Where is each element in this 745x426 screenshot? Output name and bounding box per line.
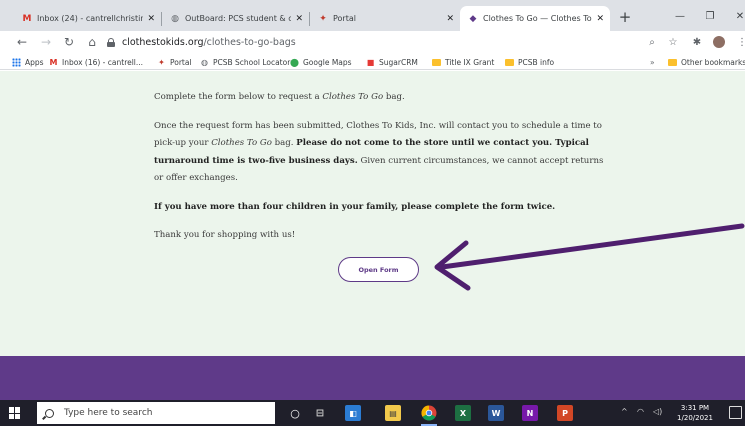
- onenote-icon[interactable]: N: [522, 405, 538, 421]
- close-icon[interactable]: ✕: [596, 14, 604, 24]
- bookmark-label: Apps: [25, 57, 44, 67]
- task-view-icon[interactable]: ⊟: [312, 405, 328, 421]
- close-icon[interactable]: ✕: [295, 14, 303, 24]
- zoom-icon[interactable]: ⌕: [645, 35, 659, 49]
- powerpoint-icon[interactable]: P: [557, 405, 573, 421]
- gmail-icon: M: [49, 57, 58, 67]
- globe-icon: ◍: [201, 57, 208, 67]
- bookmark-label: SugarCRM: [379, 57, 418, 67]
- lock-icon: [107, 38, 115, 47]
- word-icon[interactable]: W: [488, 405, 504, 421]
- chrome-icon[interactable]: [421, 405, 437, 426]
- taskbar-search-input[interactable]: Type here to search: [37, 402, 275, 424]
- url-path: /clothes-to-go-bags: [203, 37, 296, 48]
- windows-taskbar: Type here to search ○ ⊟ ◧ ▤ X W N P ^ ◠ …: [0, 400, 745, 426]
- bookmark-label: Inbox (16) - cantrell...: [62, 57, 144, 67]
- paragraph-pickup-info: Once the request form has been submitted…: [154, 120, 604, 184]
- clock-date: 1/20/2021: [677, 414, 713, 422]
- outlook-people-icon[interactable]: ◧: [345, 405, 361, 421]
- bookmark-portal[interactable]: ✦ Portal: [157, 56, 192, 68]
- tab-title: Clothes To Go — Clothes To: [483, 14, 592, 23]
- bookmark-label: PCSB info: [518, 57, 555, 67]
- open-form-button[interactable]: Open Form: [338, 257, 419, 282]
- folder-icon: [432, 58, 441, 66]
- folder-icon: [668, 58, 677, 66]
- tab-outboard[interactable]: ◍ OutBoard: PCS student & co ✕: [162, 6, 309, 31]
- clothes-to-kids-icon: ◆: [469, 13, 477, 24]
- tab-portal[interactable]: ✦ Portal ✕: [310, 6, 460, 31]
- clock-time: 3:31 PM: [680, 404, 710, 412]
- close-icon[interactable]: ✕: [147, 14, 155, 24]
- paragraph-four-children: If you have more than four children in y…: [154, 201, 556, 212]
- page-content: Complete the form below to request a Clo…: [0, 71, 745, 356]
- paragraph-thank-you: Thank you for shopping with us!: [154, 230, 296, 240]
- bookmark-google-maps[interactable]: ⬤ Google Maps: [290, 56, 352, 68]
- bookmark-label: Other bookmarks: [681, 57, 745, 67]
- portal-icon: ✦: [158, 57, 165, 67]
- profile-avatar[interactable]: [713, 36, 725, 48]
- star-icon[interactable]: ☆: [666, 35, 680, 49]
- minimize-icon[interactable]: —: [670, 8, 690, 24]
- forward-arrow-icon[interactable]: →: [38, 34, 54, 50]
- bookmark-label: Portal: [170, 57, 192, 67]
- bookmark-title-ix-grant[interactable]: Title IX Grant: [432, 56, 494, 68]
- tab-title: OutBoard: PCS student & co: [185, 14, 292, 23]
- bookmark-pcsb-info[interactable]: PCSB info: [505, 56, 554, 68]
- excel-icon[interactable]: X: [455, 405, 471, 421]
- back-arrow-icon[interactable]: ←: [14, 34, 30, 50]
- bookmark-label: PCSB School Locator: [213, 57, 291, 67]
- close-window-icon[interactable]: ✕: [730, 8, 745, 24]
- apps-grid-icon: [12, 57, 21, 67]
- home-icon[interactable]: ⌂: [84, 34, 100, 50]
- file-explorer-icon[interactable]: ▤: [385, 405, 401, 421]
- chrome-logo: [421, 405, 437, 421]
- portal-icon: ✦: [319, 13, 327, 24]
- tray-chevron-icon[interactable]: ^: [621, 407, 628, 416]
- bookmark-label: Title IX Grant: [445, 57, 495, 67]
- search-placeholder: Type here to search: [64, 408, 153, 418]
- notification-icon[interactable]: [729, 406, 742, 419]
- map-pin-icon: ⬤: [290, 57, 299, 67]
- bookmark-gmail[interactable]: M Inbox (16) - cantrell...: [49, 56, 144, 68]
- instructions-text: Complete the form below to request a Clo…: [154, 89, 614, 256]
- maximize-icon[interactable]: ❐: [700, 8, 720, 24]
- site-footer: [0, 356, 745, 400]
- gmail-icon: M: [22, 13, 32, 24]
- new-tab-button[interactable]: +: [616, 8, 634, 26]
- reload-icon[interactable]: ↻: [61, 34, 77, 50]
- volume-icon[interactable]: ◁): [653, 407, 662, 416]
- globe-icon: ◍: [171, 13, 179, 24]
- sugarcrm-cube-icon: ■: [366, 57, 375, 67]
- browser-toolbar: ← → ↻ ⌂ clothestokids.org /clothes-to-go…: [0, 31, 745, 54]
- search-icon: [45, 408, 54, 418]
- bookmark-apps[interactable]: Apps: [12, 56, 44, 68]
- address-bar[interactable]: clothestokids.org /clothes-to-go-bags: [107, 33, 637, 52]
- bookmarks-bar: Apps M Inbox (16) - cantrell... ✦ Portal…: [0, 54, 745, 70]
- browser-tab-strip: M Inbox (24) - cantrellchristine ✕ ◍ Out…: [0, 0, 745, 31]
- folder-icon: [505, 58, 514, 66]
- paragraph-intro: Complete the form below to request a Clo…: [154, 92, 405, 102]
- bookmark-label: Google Maps: [303, 57, 352, 67]
- bookmark-other-bookmarks[interactable]: Other bookmarks: [668, 56, 745, 68]
- taskbar-clock[interactable]: 3:31 PM 1/20/2021: [675, 403, 715, 423]
- tab-clothes-to-go[interactable]: ◆ Clothes To Go — Clothes To ✕: [460, 6, 610, 31]
- cortana-icon[interactable]: ○: [287, 405, 303, 421]
- url-host: clothestokids.org: [122, 37, 204, 48]
- close-icon[interactable]: ✕: [446, 14, 454, 24]
- bookmarks-overflow-chevron[interactable]: »: [650, 56, 655, 68]
- network-icon[interactable]: ◠: [637, 407, 644, 416]
- bookmark-pcsb-school-locator[interactable]: ◍ PCSB School Locator: [200, 56, 290, 68]
- bookmark-sugarcrm[interactable]: ■ SugarCRM: [366, 56, 418, 68]
- tab-gmail-inbox[interactable]: M Inbox (24) - cantrellchristine ✕: [14, 6, 161, 31]
- windows-start-icon[interactable]: [9, 407, 21, 419]
- menu-kebab-icon[interactable]: ⋮: [735, 35, 745, 49]
- tab-title: Portal: [333, 14, 356, 23]
- tab-title: Inbox (24) - cantrellchristine: [37, 14, 144, 23]
- extensions-icon[interactable]: ✱: [690, 35, 704, 49]
